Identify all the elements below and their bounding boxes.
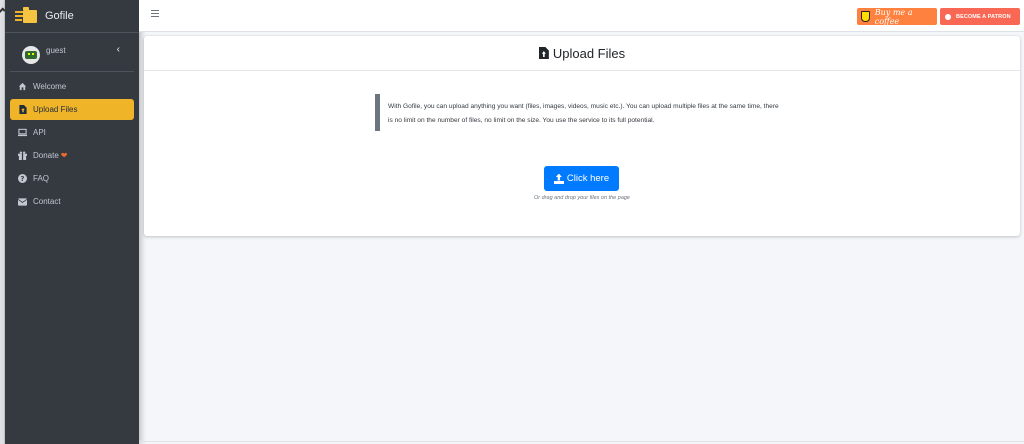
sidebar-item-label: FAQ: [33, 174, 50, 183]
chevron-left-icon[interactable]: ‹: [117, 44, 120, 55]
sidebar-item-contact[interactable]: Contact: [10, 191, 134, 212]
upload-icon: [553, 173, 564, 184]
svg-text:?: ?: [21, 175, 25, 183]
laptop-icon: [18, 128, 27, 137]
sidebar-item-label: Welcome: [33, 82, 67, 91]
upload-button[interactable]: Click here: [544, 166, 619, 191]
patron-button-label: BECOME A PATRON: [956, 13, 1011, 20]
sidebar-item-donate[interactable]: Donate ❤: [10, 145, 134, 166]
avatar: [22, 46, 40, 64]
home-icon: [18, 82, 27, 91]
file-upload-icon: [18, 105, 27, 114]
brand-title: Gofile: [45, 10, 74, 22]
buy-me-a-coffee-button[interactable]: Buy me a coffee: [857, 7, 937, 26]
page-title: Upload Files: [552, 45, 626, 61]
gofile-logo-icon: [15, 7, 37, 24]
sidebar-item-label: Contact: [33, 197, 61, 206]
sidebar-item-label: API: [33, 128, 46, 137]
become-a-patron-button[interactable]: BECOME A PATRON: [940, 8, 1020, 25]
upload-button-label: Click here: [566, 173, 610, 184]
divider: [139, 441, 1024, 442]
sidebar-item-label: Donate: [33, 151, 59, 160]
heart-icon: ❤: [60, 151, 68, 160]
top-navbar: Buy me a coffee BECOME A PATRON: [139, 0, 1024, 32]
coffee-button-label: Buy me a coffee: [874, 7, 913, 26]
sidebar-item-label: Upload Files: [33, 105, 78, 114]
sidebar-item-api[interactable]: API: [10, 122, 134, 143]
question-circle-icon: ?: [18, 174, 27, 183]
coffee-cup-icon: [861, 11, 870, 22]
gift-icon: [18, 151, 27, 160]
sidebar-item-upload-files[interactable]: Upload Files: [10, 99, 134, 120]
sidebar-nav: Welcome Upload Files API Donate ❤ ? FAQ: [5, 76, 139, 212]
user-panel[interactable]: guest ‹: [10, 39, 134, 72]
upload-card: Upload Files With Gofile, you can upload…: [144, 36, 1020, 236]
sidebar-item-faq[interactable]: ? FAQ: [10, 168, 134, 189]
hamburger-icon[interactable]: [151, 10, 159, 18]
card-header: Upload Files: [144, 36, 1020, 71]
user-name: guest: [46, 45, 66, 55]
brand-link[interactable]: Gofile: [5, 0, 139, 33]
patreon-icon: [945, 13, 951, 20]
sidebar: Gofile guest ‹ Welcome Upload Files API …: [5, 0, 139, 444]
drop-hint: Or drag and drop your files on the page: [533, 195, 630, 201]
description-callout: With Gofile, you can upload anything you…: [375, 94, 779, 131]
sidebar-item-welcome[interactable]: Welcome: [10, 76, 134, 97]
envelope-icon: [18, 197, 27, 206]
file-upload-icon: [538, 47, 549, 59]
